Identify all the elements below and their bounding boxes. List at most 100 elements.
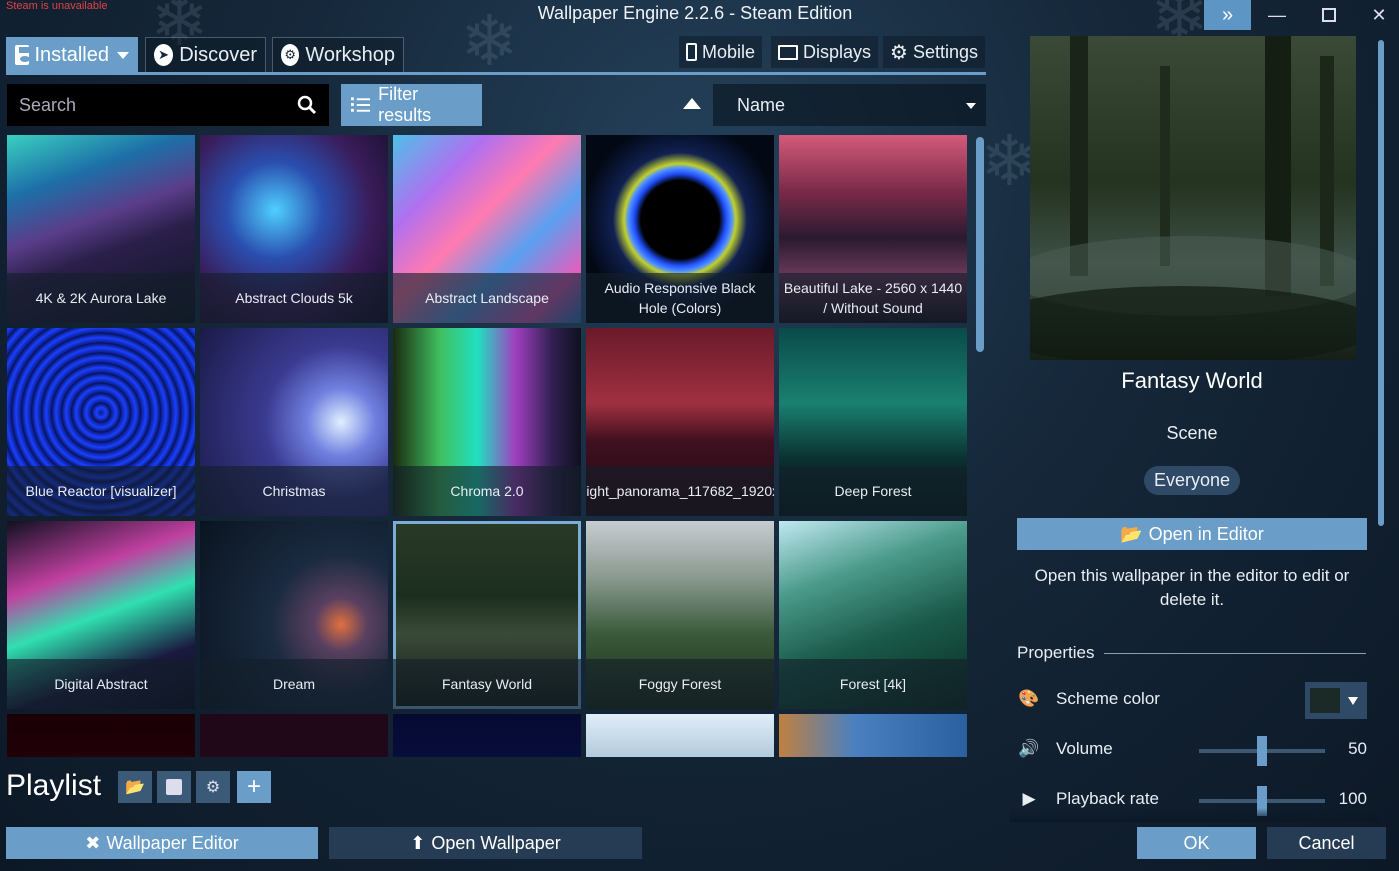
- expand-panel-button[interactable]: »: [1204, 0, 1251, 30]
- cancel-button[interactable]: Cancel: [1267, 827, 1386, 859]
- wallpaper-title: Deep Forest: [779, 466, 967, 516]
- play-icon: ▶: [1022, 789, 1036, 808]
- filter-results-button[interactable]: Filter results: [341, 84, 482, 126]
- playback-rate-value: 100: [1338, 789, 1367, 808]
- tools-icon: ✖: [85, 832, 101, 853]
- volume-slider[interactable]: [1199, 736, 1325, 766]
- playback-rate-label: Playback rate: [1056, 789, 1159, 808]
- minimize-icon: —: [1268, 4, 1286, 25]
- wallpaper-tile[interactable]: 4K & 2K Aurora Lake: [7, 135, 195, 323]
- wallpaper-tile[interactable]: [393, 714, 581, 757]
- double-chevron-right-icon: »: [1221, 3, 1234, 26]
- open-wallpaper-button[interactable]: ⬆ Open Wallpaper: [329, 827, 642, 859]
- monitor-icon: [778, 44, 798, 60]
- compass-icon: ➤: [154, 44, 174, 66]
- wallpaper-type: Scene: [1166, 423, 1218, 443]
- tab-discover[interactable]: ➤ Discover: [145, 37, 266, 73]
- wallpaper-title: Blue Reactor [visualizer]: [7, 466, 195, 516]
- tab-label: Installed: [34, 43, 110, 66]
- save-icon: [15, 45, 30, 65]
- wallpaper-tile[interactable]: Chroma 2.0: [393, 328, 581, 516]
- phone-icon: [686, 43, 697, 61]
- wallpaper-title: Foggy Forest: [586, 659, 774, 709]
- properties-divider: [1104, 653, 1366, 654]
- mobile-button[interactable]: Mobile: [679, 36, 763, 68]
- wallpaper-tile[interactable]: [779, 714, 967, 757]
- settings-button[interactable]: ⚙ Settings: [883, 36, 985, 68]
- mobile-label: Mobile: [702, 41, 756, 62]
- maximize-button[interactable]: [1306, 0, 1352, 30]
- wallpaper-detail-title: Fantasy World: [1121, 368, 1263, 393]
- folder-open-icon: 📂: [1120, 523, 1143, 544]
- details-scrollbar[interactable]: [1378, 40, 1384, 526]
- volume-icon: 🔊: [1018, 739, 1040, 758]
- wallpaper-tile-selected[interactable]: Fantasy World: [393, 521, 581, 709]
- upload-icon: ⬆: [410, 832, 426, 853]
- playback-rate-slider[interactable]: [1199, 786, 1325, 816]
- wallpaper-tile[interactable]: Dream: [200, 521, 388, 709]
- wallpaper-title: Christmas: [200, 466, 388, 516]
- ok-label: OK: [1183, 832, 1210, 853]
- chevron-down-icon: [1348, 696, 1358, 705]
- folder-open-icon: 📂: [125, 779, 145, 796]
- scheme-color-label: Scheme color: [1056, 689, 1160, 708]
- chevron-down-icon: [117, 51, 129, 59]
- wallpaper-tile[interactable]: Foggy Forest: [586, 521, 774, 709]
- window-title: Wallpaper Engine 2.2.6 - Steam Edition: [537, 3, 853, 23]
- close-button[interactable]: ✕: [1356, 0, 1399, 30]
- save-playlist-button[interactable]: [157, 771, 191, 803]
- wallpaper-tile[interactable]: [7, 714, 195, 757]
- wallpaper-title: Digital Abstract: [7, 659, 195, 709]
- volume-label: Volume: [1056, 739, 1113, 758]
- wallpaper-tile[interactable]: Beautiful Lake - 2560 x 1440 / Without S…: [779, 135, 967, 323]
- volume-slider-knob[interactable]: [1257, 736, 1267, 766]
- maximize-icon: [1322, 8, 1336, 22]
- wallpaper-tile[interactable]: Christmas: [200, 328, 388, 516]
- sort-select[interactable]: Name: [713, 84, 986, 126]
- add-playlist-button[interactable]: +: [237, 771, 271, 803]
- wallpaper-editor-button[interactable]: ✖ Wallpaper Editor: [6, 827, 318, 859]
- sort-select-value: Name: [737, 94, 786, 115]
- wallpaper-title: Abstract Clouds 5k: [200, 273, 388, 323]
- wallpaper-title: Forest [4k]: [779, 659, 967, 709]
- ok-button[interactable]: OK: [1137, 827, 1256, 859]
- playlist-title: Playlist: [6, 769, 102, 802]
- volume-value: 50: [1348, 739, 1367, 758]
- steam-icon: ⚙: [281, 44, 300, 66]
- wallpaper-tile[interactable]: Abstract Landscape: [393, 135, 581, 323]
- wallpaper-tile[interactable]: Digital Abstract: [7, 521, 195, 709]
- scheme-color-picker[interactable]: [1305, 682, 1367, 719]
- panel-fade: [1010, 808, 1380, 822]
- search-input[interactable]: [19, 94, 297, 116]
- wallpaper-title: Beautiful Lake - 2560 x 1440 / Without S…: [779, 273, 967, 323]
- preview-image: [1030, 36, 1356, 360]
- chevron-down-icon: [966, 103, 976, 109]
- minimize-button[interactable]: —: [1254, 0, 1300, 30]
- load-playlist-button[interactable]: 📂: [118, 771, 152, 803]
- wallpaper-tile[interactable]: Deep Forest: [779, 328, 967, 516]
- tab-workshop[interactable]: ⚙ Workshop: [272, 37, 404, 73]
- grid-scrollbar[interactable]: [976, 137, 984, 352]
- tab-installed[interactable]: Installed: [6, 37, 138, 73]
- wallpaper-tile[interactable]: Abstract Clouds 5k: [200, 135, 388, 323]
- open-in-editor-button[interactable]: 📂 Open in Editor: [1017, 518, 1367, 550]
- displays-button[interactable]: Displays: [771, 36, 879, 68]
- wallpaper-tile[interactable]: [200, 714, 388, 757]
- wallpaper-editor-label: Wallpaper Editor: [106, 832, 239, 853]
- wallpaper-tile[interactable]: Forest [4k]: [779, 521, 967, 709]
- search-icon[interactable]: [297, 95, 317, 115]
- wallpaper-tile[interactable]: [586, 714, 774, 757]
- sort-direction-icon[interactable]: [683, 98, 701, 109]
- wallpaper-title: Abstract Landscape: [393, 273, 581, 323]
- open-wallpaper-label: Open Wallpaper: [431, 832, 561, 853]
- wallpaper-tile[interactable]: Audio Responsive Black Hole (Colors): [586, 135, 774, 323]
- wallpaper-grid: 4K & 2K Aurora Lake Abstract Clouds 5k A…: [7, 135, 969, 757]
- wallpaper-tile[interactable]: city_night_panorama_117682_1920x1080: [586, 328, 774, 516]
- wallpaper-preview: [1030, 36, 1356, 360]
- volume-row: 🔊 Volume: [1017, 739, 1113, 759]
- wallpaper-tile[interactable]: Blue Reactor [visualizer]: [7, 328, 195, 516]
- wallpaper-title: city_night_panorama_117682_1920x1080: [586, 466, 774, 516]
- playlist-settings-button[interactable]: ⚙: [196, 771, 230, 803]
- editor-description: Open this wallpaper in the editor to edi…: [1034, 566, 1350, 609]
- tab-underline: [6, 72, 986, 75]
